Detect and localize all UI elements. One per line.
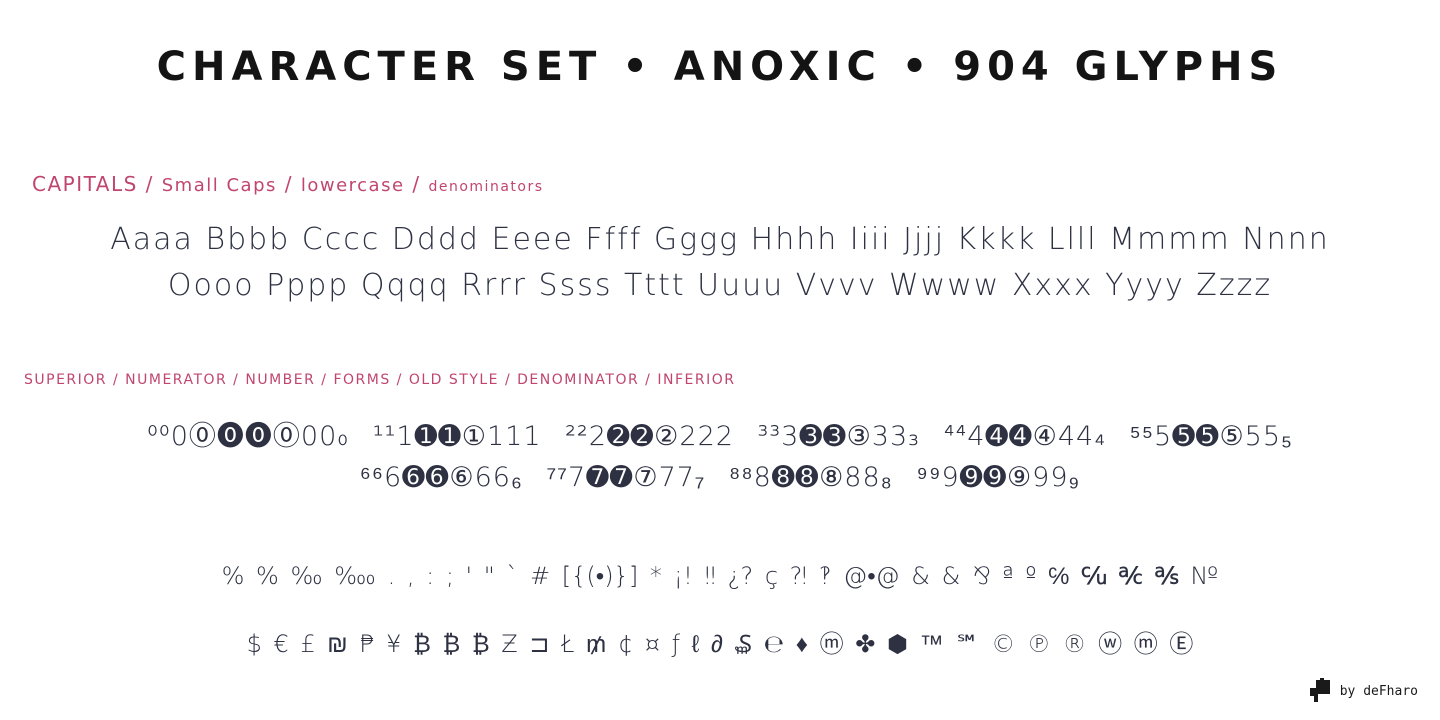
digit-two-set: ²²2➋➋②222 — [565, 421, 734, 452]
numbers-section-label: SUPERIOR / NUMERATOR / NUMBER / FORMS / … — [24, 372, 736, 388]
label-separator: / — [137, 172, 162, 196]
digit-nine-set: ⁹⁹9➒➒⑨99₉ — [916, 462, 1081, 493]
numbers-row-1: ⁰⁰0⓪⓿🄌⓪00₀ ¹¹1➊➊①111 ²²2➋➋②222 ³³3➌➌③33₃… — [0, 414, 1440, 453]
designer-logo-icon — [1309, 678, 1330, 702]
letters-section-label: CAPITALS / Small Caps / lowercase / deno… — [32, 172, 544, 196]
label-lowercase: lowercase — [300, 175, 405, 196]
numbers-row-2: ⁶⁶6➏➏⑥66₆ ⁷⁷7➐➐⑦77₇ ⁸⁸8➑➑⑧88₈ ⁹⁹9➒➒⑨99₉ — [0, 462, 1440, 493]
digit-five-set: ⁵⁵5➎➎⑤55₅ — [1129, 421, 1293, 452]
digit-four-set: ⁴⁴4➍➍④44₄ — [943, 421, 1107, 452]
digit-eight-set: ⁸⁸8➑➑⑧88₈ — [728, 462, 893, 493]
label-denominators: denominators — [428, 179, 544, 195]
alphabet-row-2: Oooo Pppp Qqqq Rrrr Ssss Tttt Uuuu Vvvv … — [167, 268, 1273, 303]
designer-credit: by deFharo — [1306, 678, 1418, 704]
label-small-caps: Small Caps — [161, 175, 277, 196]
label-separator: / — [404, 172, 429, 196]
digit-three-set: ³³3➌➌③33₃ — [757, 421, 920, 452]
punctuation-row: % % ‰ ‱ . , : ; ' " ` # [{(•)}] * ¡! ‼ ¿… — [221, 562, 1219, 590]
page-title: CHARACTER SET • ANOXIC • 904 GLYPHS — [156, 44, 1284, 90]
alphabet-row-1: Aaaa Bbbb Cccc Dddd Eeee Ffff Gggg Hhhh … — [110, 222, 1330, 257]
label-capitals: CAPITALS — [32, 172, 138, 196]
credit-text: by deFharo — [1339, 683, 1418, 699]
label-separator: / — [276, 172, 301, 196]
digit-seven-set: ⁷⁷7➐➐⑦77₇ — [546, 462, 706, 493]
currency-row: $ € £ ₪ ₱ ¥ ₿ ₿ ₿ Ƶ ⊐ Ł ₥ ¢ ¤ ƒ ℓ ∂ ₷ ℮ … — [246, 630, 1194, 658]
digit-six-set: ⁶⁶6➏➏⑥66₆ — [359, 462, 523, 493]
digit-zero-set: ⁰⁰0⓪⓿🄌⓪00₀ — [147, 421, 350, 452]
digit-one-set: ¹¹1➊➊①111 — [372, 421, 542, 452]
